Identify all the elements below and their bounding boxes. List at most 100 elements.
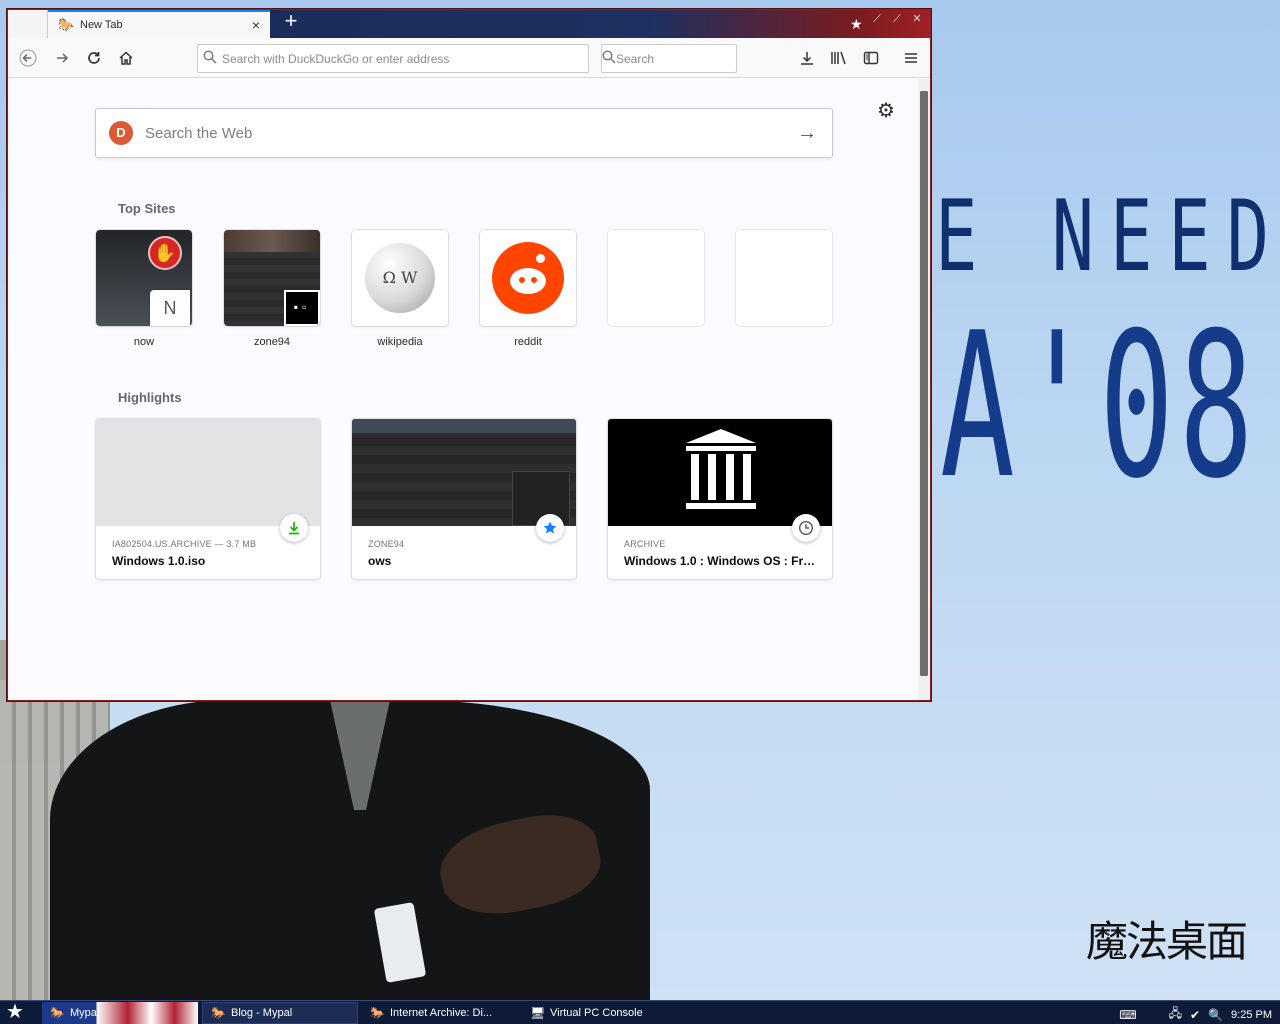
highlight-title: Windows 1.0.iso (112, 554, 206, 568)
highlight-source: ARCHIVE (624, 539, 666, 549)
tab-close-icon[interactable]: × (248, 17, 264, 33)
back-button[interactable] (16, 46, 40, 70)
highlight-title: ows (368, 554, 392, 568)
downloads-button[interactable] (795, 46, 819, 70)
highlight-card[interactable]: ZONE94 ows (352, 419, 576, 579)
tab-bar-left-pad (8, 10, 48, 38)
wallpaper-logo: 魔法桌面 (1086, 917, 1248, 966)
home-button[interactable] (114, 46, 138, 70)
tab-bar: 🐎 New Tab × + ★ ⟋ ⟋ ✕ (8, 10, 930, 38)
search-icon (602, 50, 616, 67)
top-site-empty-1[interactable] (608, 230, 704, 326)
top-site-label: now (133, 336, 155, 348)
top-site-now[interactable]: ✋ N now (96, 230, 192, 348)
top-site-badge-n: N (150, 290, 190, 326)
tab-new-tab[interactable]: 🐎 New Tab × (48, 10, 270, 38)
security-icon[interactable]: ✔ (1190, 1008, 1200, 1022)
top-site-empty-2[interactable] (736, 230, 832, 326)
taskbar-item-label: Virtual PC Console (550, 1007, 643, 1019)
taskbar-item-label: Internet Archive: Di... (390, 1007, 493, 1019)
clock[interactable]: 9:25 PM (1231, 1009, 1272, 1021)
top-site-thumbnail: Ω W (352, 230, 448, 326)
star-icon (536, 514, 564, 542)
vertical-scrollbar[interactable] (918, 79, 930, 700)
taskbar-item-blog[interactable]: 🐎 Blog - Mypal (202, 1002, 358, 1024)
new-tab-button[interactable]: + (280, 10, 302, 34)
star-decoration-icon: ★ (850, 16, 863, 32)
reload-icon (88, 52, 100, 64)
search-bar[interactable] (601, 44, 771, 73)
address-bar[interactable] (197, 44, 589, 73)
top-site-zone94[interactable]: ▪▫ zone94 (224, 230, 320, 348)
highlight-thumbnail (608, 419, 832, 542)
mypal-app-icon: 🐎 (370, 1006, 385, 1020)
search-input[interactable] (616, 51, 771, 66)
back-arrow-icon (19, 49, 37, 67)
search-submit-arrow-icon[interactable]: → (792, 122, 822, 145)
taskbar-item-internet-archive[interactable]: 🐎 Internet Archive: Di... (362, 1002, 518, 1024)
top-site-reddit[interactable]: reddit (480, 230, 576, 348)
forward-arrow-icon (57, 53, 69, 63)
virtual-pc-icon: 🖥 (530, 1006, 546, 1020)
home-icon (119, 51, 133, 65)
hamburger-menu-icon (905, 53, 917, 63)
navigation-toolbar (8, 38, 930, 78)
thumbnail-menu-bar (352, 419, 576, 433)
duckduckgo-logo-icon: D (109, 121, 133, 145)
scrollbar-thumb[interactable] (920, 91, 928, 676)
top-site-wikipedia[interactable]: Ω W wikipedia (352, 230, 448, 348)
highlights-heading: Highlights (118, 390, 182, 405)
download-icon (801, 52, 813, 65)
keyboard-icon[interactable]: ⌨ (1119, 1008, 1136, 1022)
address-input[interactable] (222, 51, 588, 66)
taskbar-item-virtual-pc[interactable]: 🖥 Virtual PC Console (522, 1002, 678, 1024)
highlight-thumbnail (96, 419, 320, 542)
search-icon (198, 50, 222, 67)
top-site-thumbnail: ▪▫ (224, 230, 320, 326)
start-star-icon[interactable]: ★ (6, 1002, 24, 1022)
taskbar-item-mypal[interactable]: 🐎 Mypal (42, 1002, 198, 1024)
top-site-placeholder (608, 230, 704, 326)
internet-archive-logo-icon (686, 429, 756, 513)
mypal-app-icon: 🐎 (50, 1006, 65, 1020)
sidebar-icon (863, 51, 879, 65)
library-button[interactable] (827, 46, 851, 70)
menu-button[interactable] (899, 46, 923, 70)
reddit-antenna (536, 254, 545, 263)
sidebar-button[interactable] (859, 46, 883, 70)
forward-button[interactable] (50, 46, 74, 70)
top-site-placeholder (736, 230, 832, 326)
highlight-card[interactable]: IA802504.US.ARCHIVE — 3.7 MB Windows 1.0… (96, 419, 320, 579)
maximize-icon[interactable]: ⟋ (888, 12, 906, 26)
top-site-thumbnail: ✋ N (96, 230, 192, 326)
system-tray: ⌨ 🖧 ✔ 🔍 9:25 PM (1119, 1004, 1272, 1024)
wikipedia-globe-icon: Ω W (365, 243, 435, 313)
settings-gear-icon[interactable]: ⚙ (877, 98, 895, 123)
minimize-icon[interactable]: ⟋ (868, 12, 886, 26)
highlight-thumbnail (352, 419, 576, 542)
mypal-app-icon: 🐎 (211, 1006, 226, 1020)
top-site-thumbnail (480, 230, 576, 326)
wallpaper-text-line1: E NEED (935, 180, 1280, 294)
stop-hand-icon: ✋ (148, 236, 182, 270)
network-icon[interactable]: 🖧 (1169, 1004, 1182, 1024)
browser-window: 🐎 New Tab × + ★ ⟋ ⟋ ✕ Search with DuckDu… (7, 9, 931, 701)
tab-title: New Tab (80, 19, 123, 31)
top-site-label: zone94 (253, 336, 291, 348)
download-icon (280, 514, 308, 542)
taskbar-item-label: Mypal (70, 1007, 100, 1019)
window-close-icon[interactable]: ✕ (908, 12, 926, 26)
search-tray-icon[interactable]: 🔍 (1208, 1008, 1223, 1022)
top-sites-heading: Top Sites (118, 201, 176, 216)
highlight-card[interactable]: ARCHIVE Windows 1.0 : Windows OS : Fre..… (608, 419, 832, 579)
taskbar-item-label: Blog - Mypal (231, 1007, 293, 1019)
wallpaper-text-line2: A'08 (940, 290, 1259, 523)
library-icon (831, 51, 846, 65)
window-controls: ⟋ ⟋ ✕ (868, 12, 926, 26)
zone94-favicon-icon: ▪▫ (284, 290, 320, 326)
reload-button[interactable] (82, 46, 106, 70)
highlight-title: Windows 1.0 : Windows OS : Fre... (624, 554, 816, 568)
web-search-input[interactable] (145, 124, 792, 142)
web-search-box[interactable]: D → (95, 108, 833, 158)
highlight-source: ZONE94 (368, 539, 405, 549)
